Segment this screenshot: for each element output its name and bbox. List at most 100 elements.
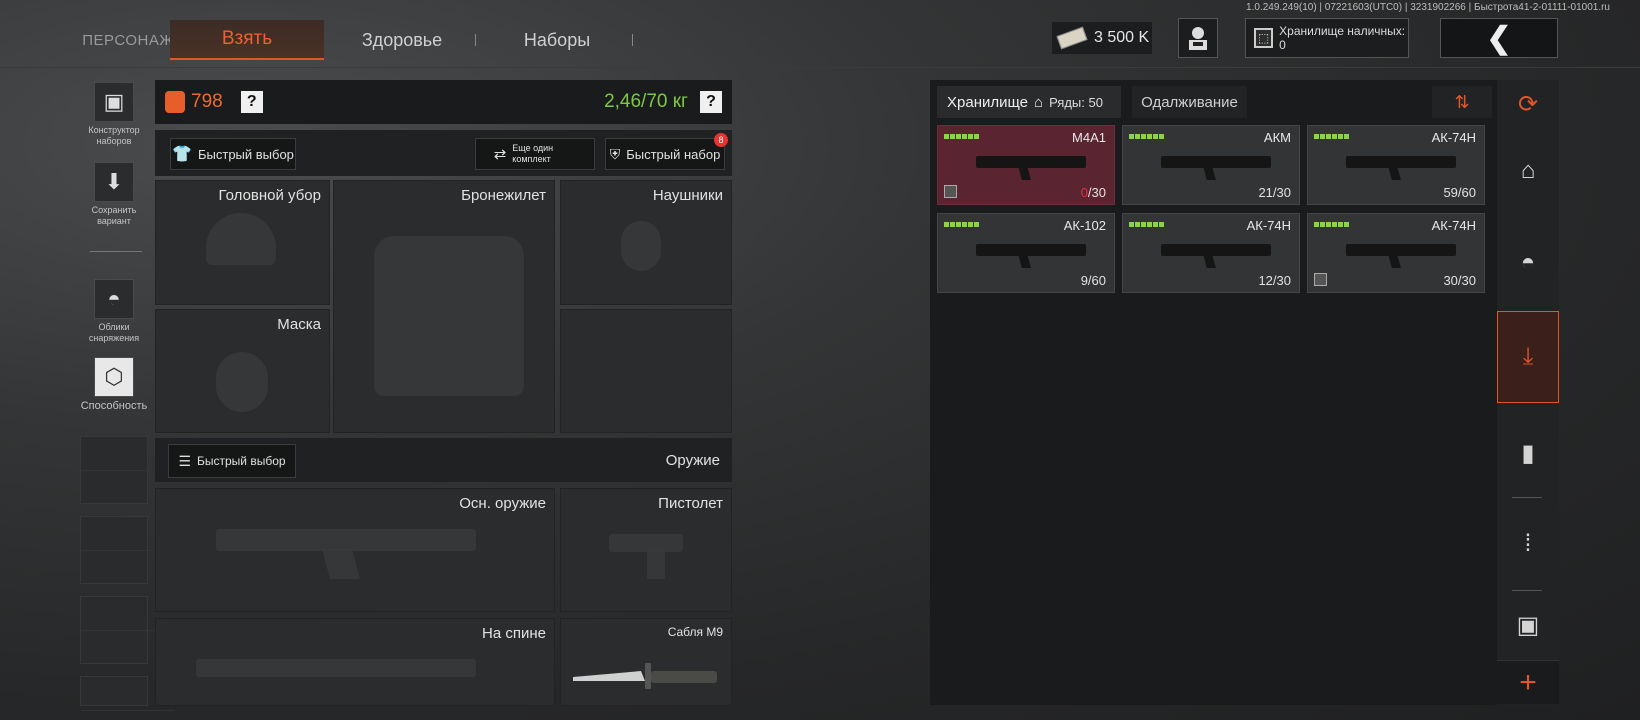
armor-icon[interactable]: ▣ — [1497, 595, 1559, 655]
helmet-icon[interactable]: ◓ — [1497, 218, 1559, 308]
download-icon: ⬇ — [94, 162, 134, 202]
helmet-skin-icon: ◓ — [94, 279, 134, 319]
ammo-current: 12 — [1258, 273, 1273, 288]
another-set-button[interactable]: ⇄ Еще один комплект — [475, 138, 595, 170]
primary-weapon-slot[interactable]: Осн. оружие — [155, 488, 555, 612]
weapon-name: АК-74Н — [1246, 218, 1291, 233]
durability-indicator — [1129, 134, 1164, 139]
armor-value: 798 ? — [165, 91, 263, 113]
quick-pick-label: Быстрый выбор — [197, 146, 294, 162]
mask-slot[interactable]: Маска — [155, 309, 330, 433]
rifle-icon — [1346, 244, 1456, 256]
cash-storage-button[interactable]: ⬚ Хранилище наличных: 0 — [1245, 18, 1409, 58]
tab-storage[interactable]: Хранилище ⌂ Ряды: 50 — [937, 86, 1121, 118]
gear-skins-button[interactable]: ◓ Облики снаряжения — [78, 279, 150, 344]
nav-divider — [475, 34, 476, 46]
sort-icon: ⇅ — [1454, 91, 1470, 112]
primary-weapon-label: Осн. оружие — [459, 495, 546, 512]
ammo-capacity: /60 — [1457, 185, 1476, 200]
weapon-card[interactable]: АК-74Н 30/30 — [1307, 213, 1485, 293]
ammo-icon[interactable]: ⁞ — [1497, 500, 1559, 588]
tab-take[interactable]: Взять — [170, 20, 324, 60]
shirt-icon: 👕 — [172, 146, 192, 163]
swap-icon: ⇄ — [493, 146, 507, 163]
headphones-slot[interactable]: Наушники — [560, 180, 732, 305]
weapon-card[interactable]: АК-102 9/60 — [937, 213, 1115, 293]
ammo-capacity: /30 — [1457, 273, 1476, 288]
chevron-left-icon: ❮ — [1486, 21, 1512, 55]
soldier-icon — [1189, 27, 1207, 50]
tab-health[interactable]: Здоровье — [340, 20, 464, 60]
weight-text: 2,46/70 кг — [604, 91, 688, 112]
vest-slot-label: Бронежилет — [461, 187, 546, 204]
ability-button[interactable]: ⬡ Способность — [78, 357, 150, 413]
melee-slot[interactable]: Сабля M9 — [560, 618, 732, 706]
weapon-card[interactable]: M4A1 0/30 — [937, 125, 1115, 205]
save-variant-label: Сохранить вариант — [91, 205, 137, 226]
quick-kit-label: Быстрый набор — [626, 146, 721, 162]
weapon-ammo: 0/30 — [1081, 185, 1106, 200]
save-variant-button[interactable]: ⬇ Сохранить вариант — [78, 162, 150, 227]
sidebar-divider — [1512, 497, 1542, 498]
stack-refresh-icon[interactable]: ⟳ — [1497, 84, 1559, 124]
pistol-slot[interactable]: Пистолет — [560, 488, 732, 612]
profile-button[interactable] — [1178, 18, 1218, 58]
weapon-name: M4A1 — [1072, 130, 1106, 145]
empty-ability-slot[interactable] — [80, 676, 175, 711]
weapon-card[interactable]: АКМ 21/30 — [1122, 125, 1300, 205]
weapons-quick-pick-button[interactable]: ☰ Быстрый выбор — [168, 444, 296, 478]
back-button[interactable]: ❮ — [1440, 18, 1558, 58]
extra-slot[interactable] — [560, 309, 732, 433]
empty-ability-slot[interactable] — [80, 436, 175, 504]
ammo-current: 21 — [1258, 185, 1273, 200]
weapon-ammo: 59/60 — [1443, 185, 1476, 200]
gear-skins-label: Облики снаряжения — [88, 322, 140, 343]
vest-slot[interactable]: Бронежилет — [333, 180, 555, 433]
weapons-header-label: Оружие — [665, 452, 720, 469]
weapon-card[interactable]: АК-74Н 12/30 — [1122, 213, 1300, 293]
box-icon — [1314, 273, 1327, 286]
rifle-icon — [976, 156, 1086, 168]
weapon-ammo: 9/60 — [1081, 273, 1106, 288]
rifle-icon — [976, 244, 1086, 256]
durability-indicator — [1129, 222, 1164, 227]
headphones-placeholder-icon — [621, 221, 661, 271]
weapon-name: АК-102 — [1063, 218, 1106, 233]
weapon-ammo: 30/30 — [1443, 273, 1476, 288]
weapon-ammo: 21/30 — [1258, 185, 1291, 200]
help-icon[interactable]: ? — [700, 91, 722, 113]
nav-persona[interactable]: ПЕРСОНАЖ — [82, 20, 174, 60]
back-rifle-placeholder-icon — [196, 659, 476, 677]
empty-ability-slot[interactable] — [80, 596, 175, 664]
helmet-slot[interactable]: Головной убор — [155, 180, 330, 305]
back-weapon-slot[interactable]: На спине — [155, 618, 555, 706]
weapon-card[interactable]: АК-74Н 59/60 — [1307, 125, 1485, 205]
tab-kits[interactable]: Наборы — [490, 20, 624, 60]
quick-pick-button[interactable]: 👕 Быстрый выбор — [170, 138, 296, 170]
rifle-icon — [1161, 244, 1271, 256]
magazine-icon[interactable]: ▮ — [1497, 408, 1559, 498]
backpack-icon — [165, 91, 185, 113]
ammo-stack-icon: ☰ — [178, 452, 191, 469]
kit-constructor-button[interactable]: ▣ Конструктор наборов — [78, 82, 150, 147]
empty-ability-slot[interactable] — [80, 516, 175, 584]
sort-button[interactable]: ⇅ — [1432, 86, 1492, 118]
rifle-icon — [1161, 156, 1271, 168]
cash-storage-label: Хранилище наличных: 0 — [1279, 24, 1406, 52]
help-icon[interactable]: ? — [240, 91, 263, 113]
tab-lend[interactable]: Одалживание — [1132, 86, 1247, 118]
weapons-quick-pick-label: Быстрый выбор — [197, 454, 286, 468]
pistol-grip-placeholder — [647, 549, 665, 579]
ammo-capacity: /30 — [1087, 185, 1106, 200]
plus-icon[interactable]: + — [1497, 660, 1559, 704]
weight-display: 2,46/70 кг ? — [604, 91, 722, 113]
bayonet-icon — [573, 663, 717, 689]
home-icon[interactable]: ⌂ — [1497, 126, 1559, 216]
vest-placeholder-icon — [374, 236, 524, 396]
quick-kit-button[interactable]: ⛨ Быстрый набор 8 — [605, 133, 728, 170]
loadout-header: 798 ? 2,46/70 кг ? — [155, 80, 732, 124]
nav-divider — [632, 34, 633, 46]
mask-slot-label: Маска — [277, 316, 321, 333]
weapon-drop-icon[interactable]: ⤓ — [1497, 311, 1559, 403]
rifle-icon — [1346, 156, 1456, 168]
